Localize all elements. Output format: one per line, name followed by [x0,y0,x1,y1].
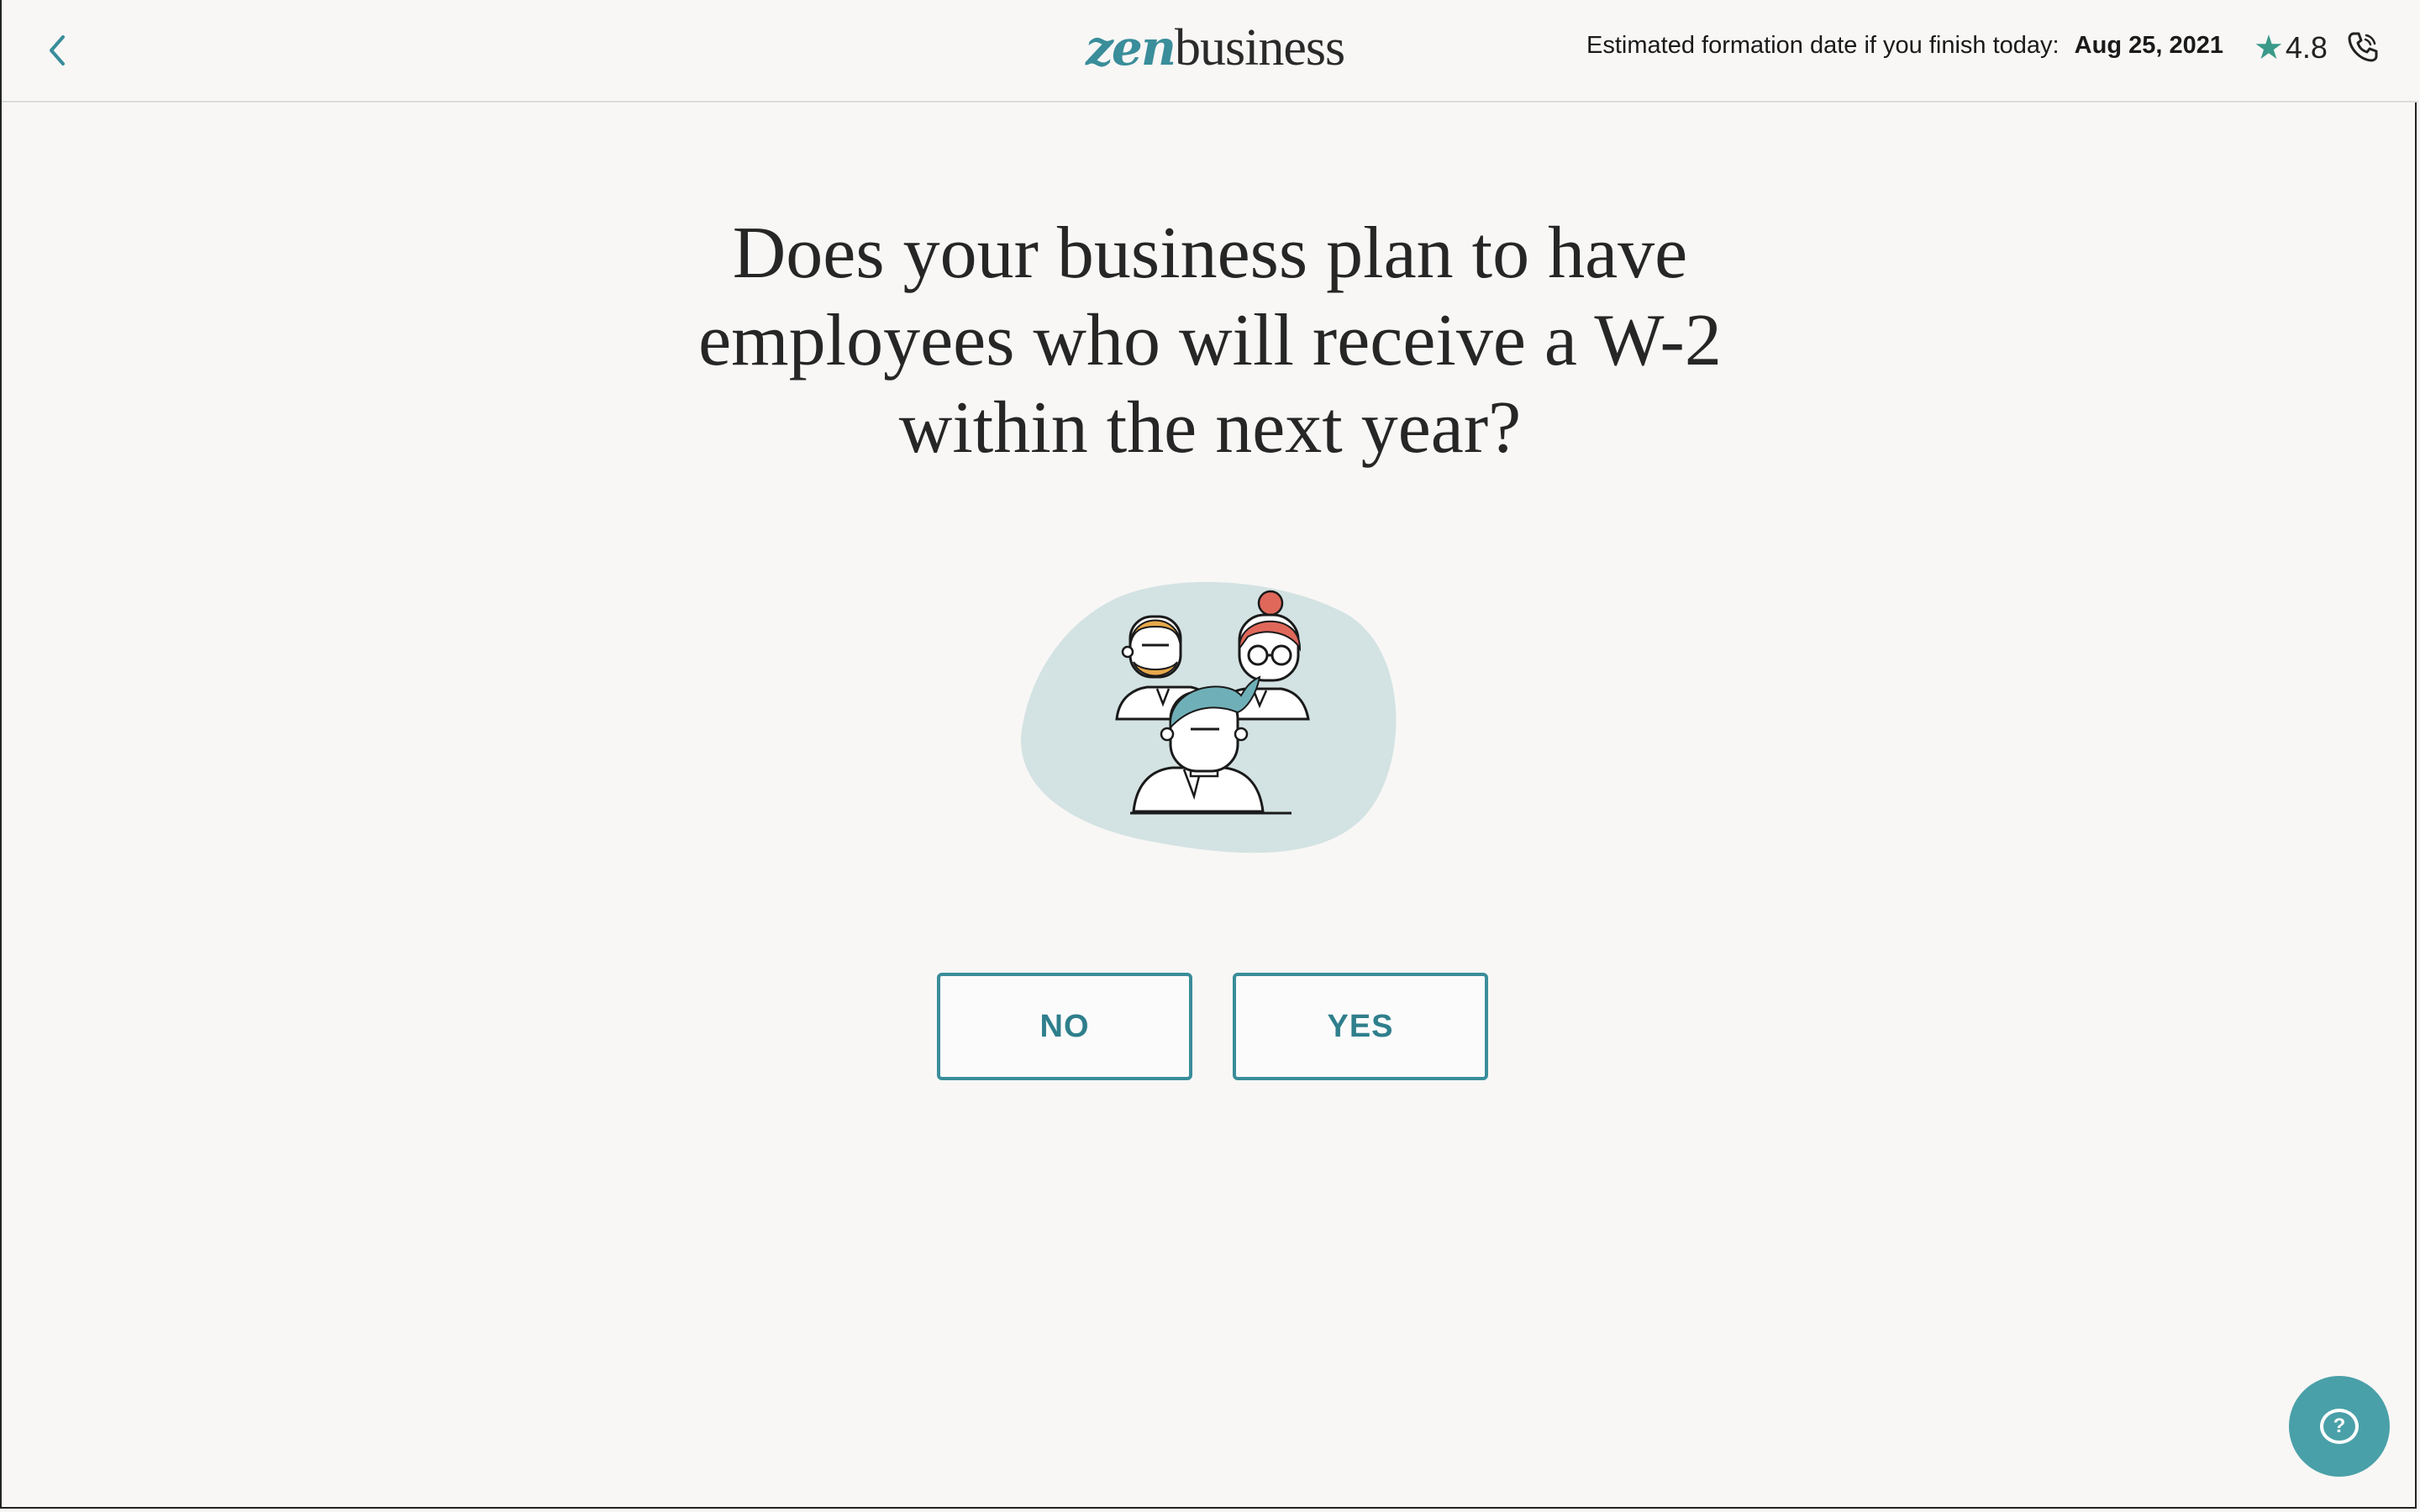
back-button[interactable] [39,25,76,76]
logo-zen-text: zen [1086,19,1176,76]
formation-date-info: Estimated formation date if you finish t… [1586,32,2223,60]
zenbusiness-logo[interactable]: zen business [1086,18,1345,77]
question-heading: Does your business plan to have employee… [2,210,2418,472]
phone-icon [2348,32,2378,62]
rating-badge[interactable]: ★ 4.8 [2254,29,2328,67]
help-chat-button[interactable]: ? [2289,1376,2390,1477]
formation-date-value: Aug 25, 2021 [2074,32,2223,59]
chevron-left-icon [50,35,65,66]
yes-button[interactable]: YES [1233,973,1488,1080]
page-frame: zen business Estimated formation date if… [0,0,2418,1509]
rating-value: 4.8 [2285,30,2328,65]
star-icon: ★ [2254,29,2284,66]
employees-illustration [1014,578,1409,864]
phone-button[interactable] [2346,30,2380,64]
formation-date-label: Estimated formation date if you finish t… [1586,32,2060,59]
employees-icon [1021,581,1397,853]
chat-question-icon: ? [2320,1409,2359,1444]
question-line-1: Does your business plan to have [732,213,1688,294]
logo-business-text: business [1175,19,1345,76]
top-header: zen business Estimated formation date if… [2,0,2418,102]
answer-choices: NO YES [937,973,1488,1080]
question-line-3: within the next year? [898,387,1522,469]
no-button[interactable]: NO [937,973,1192,1080]
help-icon-text: ? [2333,1415,2346,1437]
question-line-2: employees who will receive a W-2 [698,300,1722,381]
